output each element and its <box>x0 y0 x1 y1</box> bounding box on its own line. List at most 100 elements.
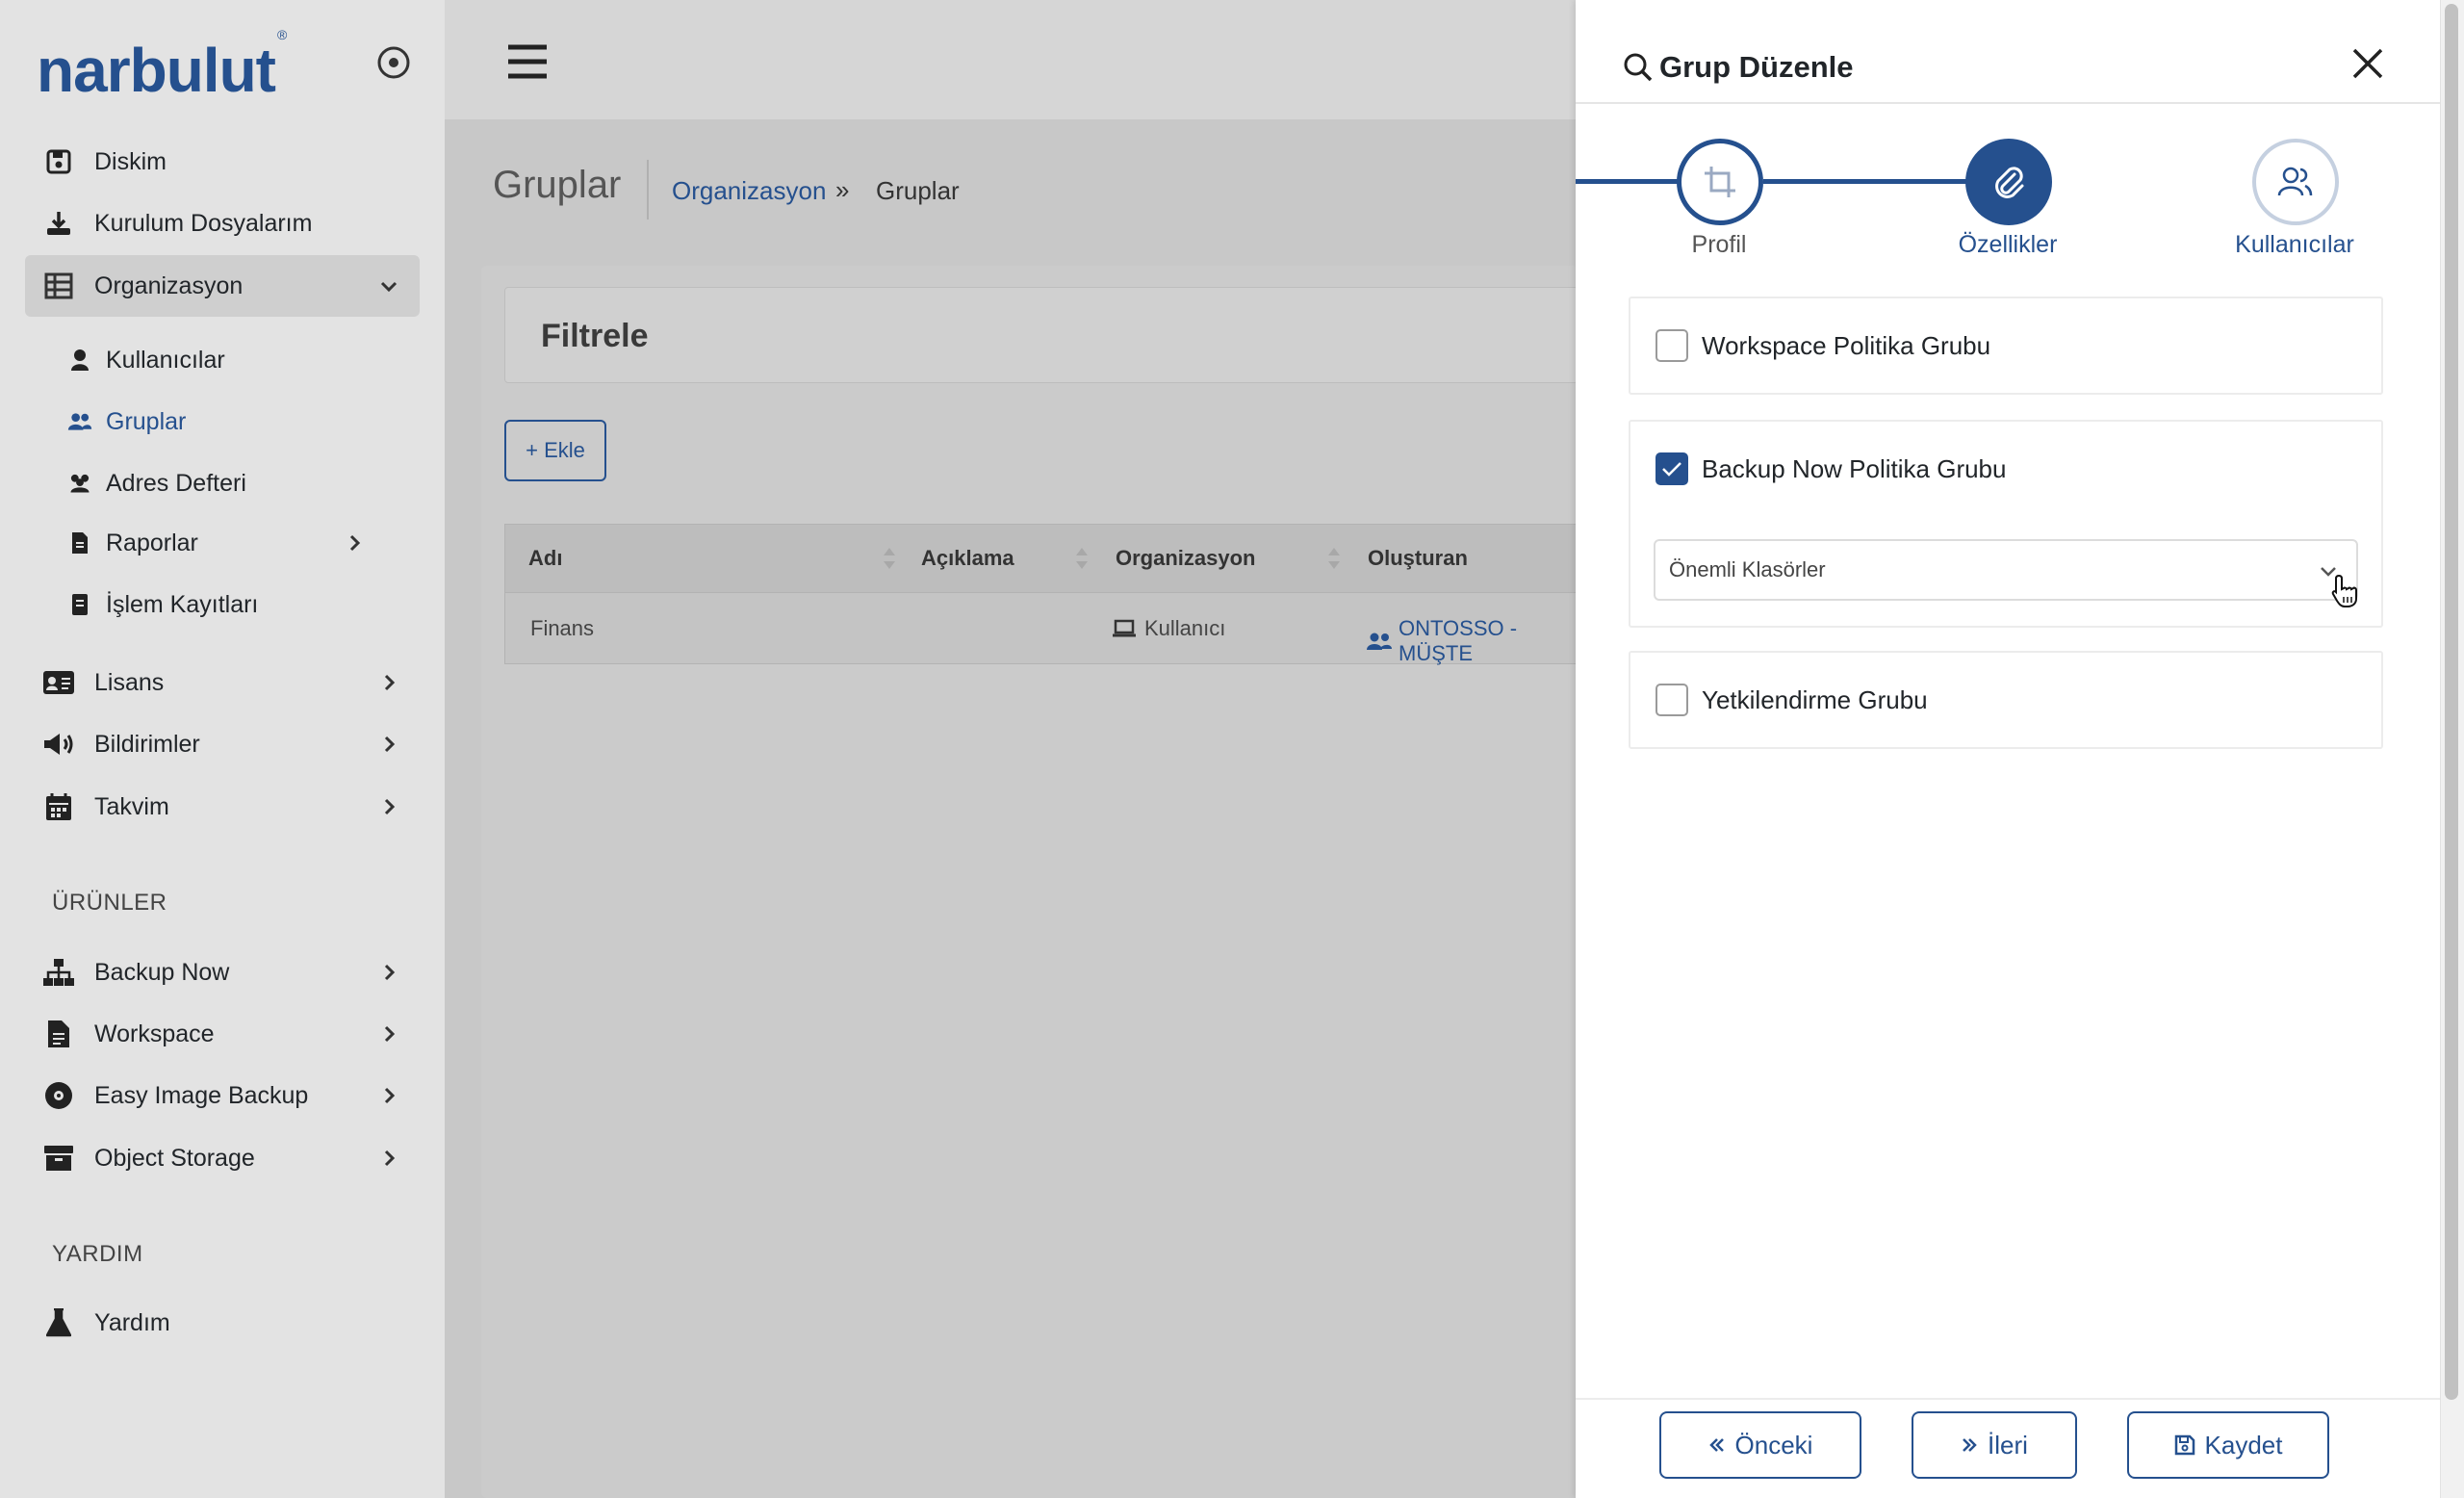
brand-mark: ® <box>276 26 287 42</box>
search-icon <box>1623 52 1654 83</box>
next-button-label: İleri <box>1988 1430 2028 1459</box>
chevron-right-icon <box>343 531 366 555</box>
sidebar-item-raporlar[interactable]: Raporlar <box>67 516 414 570</box>
chevron-right-icon <box>377 733 400 756</box>
scrollbar-thumb[interactable] <box>2445 4 2458 1400</box>
sidebar-item-diskim[interactable]: Diskim <box>25 131 420 193</box>
cell-creator[interactable]: ONTOSSO - MÜŞTE <box>1366 616 1578 666</box>
next-button[interactable]: İleri <box>1912 1411 2077 1479</box>
hamburger-menu-icon[interactable] <box>506 42 549 81</box>
previous-button[interactable]: Önceki <box>1659 1411 1861 1479</box>
log-icon <box>67 592 92 617</box>
sidebar-item-workspace[interactable]: Workspace <box>25 1003 420 1065</box>
id-card-icon <box>42 666 75 699</box>
sort-icon[interactable] <box>883 544 896 573</box>
sidebar-item-kurulum[interactable]: Kurulum Dosyalarım <box>25 193 420 254</box>
sidebar-item-gruplar[interactable]: Gruplar <box>67 395 414 449</box>
sidebar-item-lisans[interactable]: Lisans <box>25 652 420 713</box>
double-chevron-right-icon <box>1961 1436 1978 1454</box>
policy-select-value: Önemli Klasörler <box>1669 557 1826 581</box>
step-kullanicilar[interactable] <box>2252 139 2339 225</box>
chevron-right-icon <box>377 1084 400 1107</box>
sidebar-item-label: Backup Now <box>94 958 230 986</box>
sidebar-item-bildirimler[interactable]: Bildirimler <box>25 713 420 775</box>
table-row[interactable]: Finans Kullanıcı ONTOSSO - MÜŞTE <box>504 593 1578 666</box>
step-label-ozellikler: Özellikler <box>1958 231 2058 258</box>
sidebar-item-label: İşlem Kayıtları <box>106 590 259 618</box>
close-icon[interactable] <box>2350 46 2385 81</box>
flask-icon <box>42 1306 75 1339</box>
sidebar-item-islem-kayitlari[interactable]: İşlem Kayıtları <box>67 578 414 632</box>
step-ozellikler[interactable] <box>1965 139 2052 225</box>
cell-name: Finans <box>530 616 595 640</box>
chevron-right-icon <box>377 1147 400 1170</box>
section-label-products: ÜRÜNLER <box>52 890 167 916</box>
filter-panel[interactable] <box>504 287 1578 383</box>
breadcrumb-gruplar: Gruplar <box>876 176 960 205</box>
column-header-name[interactable]: Adı <box>528 546 562 571</box>
column-header-creator[interactable]: Oluşturan <box>1368 546 1468 571</box>
sidebar-item-label: Adres Defteri <box>106 469 246 497</box>
chevron-right-icon <box>377 1022 400 1046</box>
target-icon[interactable] <box>373 42 414 83</box>
chevron-right-icon <box>377 961 400 984</box>
cell-organization-text: Kullanıcı <box>1144 616 1226 640</box>
save-button[interactable]: Kaydet <box>2127 1411 2329 1479</box>
save-icon <box>2174 1434 2195 1456</box>
sidebar-item-label: Workspace <box>94 1020 215 1047</box>
save-button-label: Kaydet <box>2204 1430 2283 1459</box>
sidebar-item-backup-now[interactable]: Backup Now <box>25 942 420 1003</box>
column-header-organization[interactable]: Organizasyon <box>1116 546 1255 571</box>
sidebar-item-yardim[interactable]: Yardım <box>25 1292 420 1354</box>
sidebar-item-kullanicilar[interactable]: Kullanıcılar <box>67 333 414 387</box>
disc-icon <box>42 1079 75 1112</box>
backup-now-policy-checkbox[interactable] <box>1656 452 1688 485</box>
sort-icon[interactable] <box>1075 544 1089 573</box>
chevron-right-icon <box>377 671 400 694</box>
sidebar-item-label: Organizasyon <box>94 271 244 299</box>
sidebar-item-label: Diskim <box>94 147 167 175</box>
column-header-description[interactable]: Açıklama <box>921 546 1014 571</box>
groups-table: Adı Açıklama Organizasyon Oluşturan Fina… <box>504 524 1578 666</box>
backup-now-policy-label: Backup Now Politika Grubu <box>1702 454 2007 483</box>
breadcrumb-organizasyon[interactable]: Organizasyon <box>672 176 826 206</box>
page-title: Gruplar <box>493 164 622 206</box>
cell-organization: Kullanıcı <box>1112 616 1225 641</box>
add-button[interactable]: + Ekle <box>504 420 606 481</box>
megaphone-icon <box>42 728 75 761</box>
sidebar-item-adres-defteri[interactable]: Adres Defteri <box>67 456 414 510</box>
breadcrumb-separator: » <box>835 175 850 204</box>
users-icon <box>1366 632 1393 651</box>
disk-icon <box>42 145 75 178</box>
user-icon <box>67 348 92 373</box>
sort-icon[interactable] <box>1327 544 1341 573</box>
sidebar-item-label: Object Storage <box>94 1144 255 1172</box>
sidebar-item-object-storage[interactable]: Object Storage <box>25 1127 420 1189</box>
sidebar-item-organizasyon[interactable]: Organizasyon <box>25 255 420 317</box>
brand-name: narbulut <box>37 36 276 105</box>
sitemap-icon <box>42 956 75 989</box>
workspace-policy-checkbox[interactable] <box>1656 329 1688 362</box>
drawer-title: Grup Düzenle <box>1659 50 1854 84</box>
sidebar-item-easy-image-backup[interactable]: Easy Image Backup <box>25 1065 420 1126</box>
table-icon <box>42 270 75 302</box>
paperclip-icon <box>1990 164 2027 200</box>
table-header: Adı Açıklama Organizasyon Oluşturan <box>504 524 1578 593</box>
policy-select[interactable]: Önemli Klasörler <box>1654 539 2358 601</box>
double-chevron-left-icon <box>1708 1436 1726 1454</box>
workspace-policy-label: Workspace Politika Grubu <box>1702 331 1991 360</box>
previous-button-label: Önceki <box>1734 1430 1813 1459</box>
users-icon <box>67 409 92 434</box>
chevron-down-icon <box>377 274 400 297</box>
step-label-profil: Profil <box>1691 231 1747 258</box>
stepper-line <box>1576 179 1681 184</box>
sidebar-item-takvim[interactable]: Takvim <box>25 776 420 838</box>
brand-logo[interactable]: narbulut® <box>37 27 287 106</box>
authorization-checkbox[interactable] <box>1656 684 1688 716</box>
sidebar-item-label: Takvim <box>94 792 169 820</box>
section-label-help: YARDIM <box>52 1241 143 1267</box>
step-profil[interactable] <box>1677 139 1763 225</box>
pointer-cursor-icon <box>2331 574 2360 608</box>
step-label-kullanicilar: Kullanıcılar <box>2235 231 2354 258</box>
stepper-line <box>1763 179 1967 184</box>
